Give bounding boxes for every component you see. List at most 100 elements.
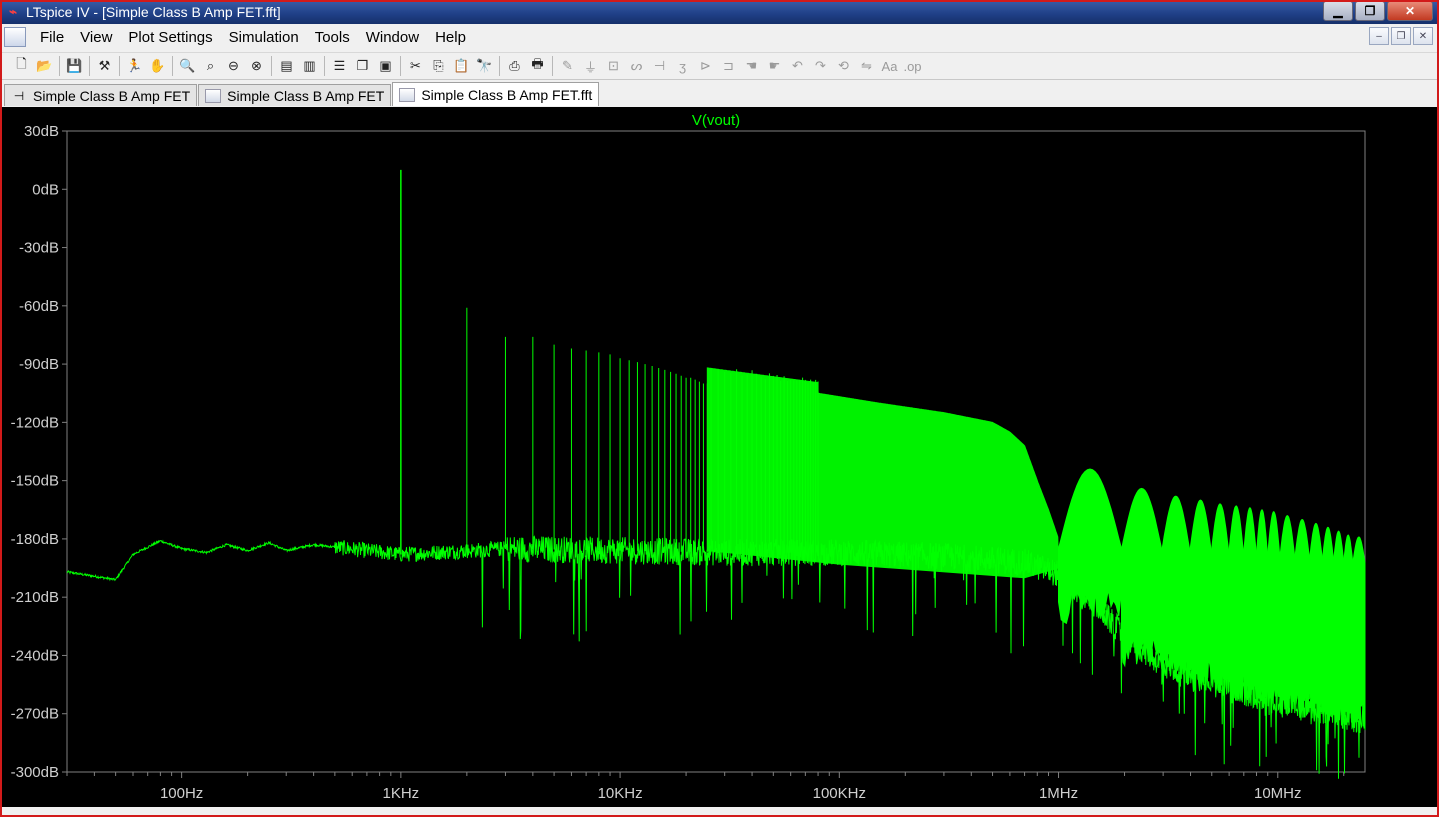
hand-drag-icon: ☛ xyxy=(768,58,781,73)
move-button[interactable]: ☚ xyxy=(740,55,763,77)
menu-file[interactable]: File xyxy=(32,29,72,46)
print-button[interactable]: 🖶 xyxy=(526,55,549,77)
open-button[interactable]: 📂 xyxy=(33,55,56,77)
menu-help[interactable]: Help xyxy=(427,29,474,46)
plot-pane[interactable]: V(vout) 30dB 0dB -30dB -60dB -90dB -120dB -150d… xyxy=(2,107,1437,807)
toolbar-separator xyxy=(552,56,553,76)
title-bar: ⌁ LTspice IV - [Simple Class B Amp FET.f… xyxy=(0,0,1439,24)
menu-view[interactable]: View xyxy=(72,29,120,46)
save-button[interactable]: 💾 xyxy=(63,55,86,77)
zoom-in-icon: 🔍 xyxy=(179,58,196,73)
magnify-icon: ⌕ xyxy=(206,58,215,73)
tab-document[interactable]: Simple Class B Amp FET xyxy=(198,84,392,106)
text-icon: Aa xyxy=(881,58,898,74)
control-panel-button[interactable]: ⚒ xyxy=(93,55,116,77)
schematic-icon: ⊣ xyxy=(13,88,25,103)
doc-close-button[interactable]: ✕ xyxy=(1413,27,1433,45)
y-tick-label: -120dB xyxy=(11,414,59,431)
y-tick-label: -150dB xyxy=(11,473,59,490)
toolbar-separator xyxy=(119,56,120,76)
doc-minimize-button[interactable]: – xyxy=(1369,27,1389,45)
print-icon: 🖶 xyxy=(531,56,544,71)
status-bar xyxy=(2,807,1437,815)
cut-button[interactable]: ✂ xyxy=(404,55,427,77)
toolbar-separator xyxy=(271,56,272,76)
capacitor-button[interactable]: ⊣ xyxy=(648,55,671,77)
y-tick-label: -240dB xyxy=(11,647,59,664)
undo-button[interactable]: ↶ xyxy=(786,55,809,77)
print-preview-button[interactable]: ⎙ xyxy=(503,55,526,77)
text-button[interactable]: Aa xyxy=(878,55,901,77)
find-button[interactable]: 🔭 xyxy=(473,55,496,77)
capacitor-icon: ⊣ xyxy=(653,58,666,73)
pan-button[interactable]: ⌕ xyxy=(199,55,222,77)
y-tick-label: 0dB xyxy=(32,181,59,198)
new-schematic-button[interactable]: 🗋 xyxy=(10,55,33,77)
tab-label: Simple Class B Amp FET.fft xyxy=(421,86,593,103)
redo-button[interactable]: ↷ xyxy=(809,55,832,77)
document-tabs: ⊣ Simple Class B Amp FET Simple Class B Am… xyxy=(2,82,1439,106)
wire-button[interactable]: ✎ xyxy=(556,55,579,77)
close-button[interactable]: ✕ xyxy=(1387,1,1433,21)
window-controls: ▁ ❐ ✕ xyxy=(1323,1,1433,21)
paste-button[interactable]: 📋 xyxy=(450,55,473,77)
print-preview-icon: ⎙ xyxy=(509,58,520,73)
restore-button[interactable]: ❐ xyxy=(1355,1,1385,21)
y-tick-label: -180dB xyxy=(11,531,59,548)
mark-unused-button[interactable]: ▥ xyxy=(298,55,321,77)
chart-icon: ▥ xyxy=(303,58,316,73)
tile-horizontal-icon: ☰ xyxy=(333,58,346,73)
hand-icon: ✋ xyxy=(149,58,166,73)
inductor-button[interactable]: ʒ xyxy=(671,55,694,77)
autorange-icon: ▤ xyxy=(280,58,293,73)
tile-horizontal-button[interactable]: ☰ xyxy=(328,55,351,77)
diode-button[interactable]: ⊳ xyxy=(694,55,717,77)
mirror-button[interactable]: ⇋ xyxy=(855,55,878,77)
label-button[interactable]: ⊡ xyxy=(602,55,625,77)
waveform-window-icon[interactable] xyxy=(4,27,26,47)
toolbar-separator xyxy=(499,56,500,76)
toolbar-separator xyxy=(324,56,325,76)
y-tick-label: -210dB xyxy=(11,589,59,606)
waveform-icon xyxy=(399,87,416,102)
zoom-full-button[interactable]: ⊗ xyxy=(245,55,268,77)
doc-restore-button[interactable]: ❐ xyxy=(1391,27,1411,45)
drag-button[interactable]: ☛ xyxy=(763,55,786,77)
label-icon: ⊡ xyxy=(608,58,619,73)
trace-label-vout: V(vout) xyxy=(692,112,740,129)
harmonic-band-fill xyxy=(706,367,1060,579)
fft-plot[interactable]: V(vout) 30dB 0dB -30dB -60dB -90dB -120dB -150d… xyxy=(2,107,1437,807)
save-icon: 💾 xyxy=(66,58,83,73)
zoom-area-button[interactable]: 🔍 xyxy=(176,55,199,77)
rotate-button[interactable]: ⟲ xyxy=(832,55,855,77)
spice-directive-button[interactable]: .op xyxy=(901,55,924,77)
tab-label: Simple Class B Amp FET xyxy=(33,87,191,104)
toolbar-separator xyxy=(400,56,401,76)
zoom-out-button[interactable]: ⊖ xyxy=(222,55,245,77)
copy-button[interactable]: ⎘ xyxy=(427,55,450,77)
menu-plot-settings[interactable]: Plot Settings xyxy=(120,29,220,46)
spectral-lobe xyxy=(1189,499,1212,692)
redo-icon: ↷ xyxy=(815,58,826,73)
tile-vertical-button[interactable]: ▣ xyxy=(374,55,397,77)
scissors-icon: ✂ xyxy=(410,58,421,73)
x-tick-label: 1MHz xyxy=(1039,785,1078,802)
menu-simulation[interactable]: Simulation xyxy=(221,29,307,46)
tab-document[interactable]: ⊣ Simple Class B Amp FET xyxy=(4,84,198,106)
tab-label: Simple Class B Amp FET xyxy=(227,87,385,104)
menu-window[interactable]: Window xyxy=(358,29,427,46)
y-tick-label: -60dB xyxy=(19,298,59,315)
component-button[interactable]: ⊐ xyxy=(717,55,740,77)
ground-button[interactable]: ⏚ xyxy=(579,55,602,77)
run-button[interactable]: 🏃 xyxy=(123,55,146,77)
cascade-button[interactable]: ❐ xyxy=(351,55,374,77)
spectral-lobe xyxy=(1309,522,1323,725)
menu-tools[interactable]: Tools xyxy=(307,29,358,46)
halt-button[interactable]: ✋ xyxy=(146,55,169,77)
minimize-button[interactable]: ▁ xyxy=(1323,1,1353,21)
spectral-lobe xyxy=(1294,518,1311,721)
resistor-button[interactable]: ᔕ xyxy=(625,55,648,77)
autorange-button[interactable]: ▤ xyxy=(275,55,298,77)
tab-document[interactable]: Simple Class B Amp FET.fft xyxy=(392,82,600,106)
spectral-lobe xyxy=(1121,487,1163,670)
